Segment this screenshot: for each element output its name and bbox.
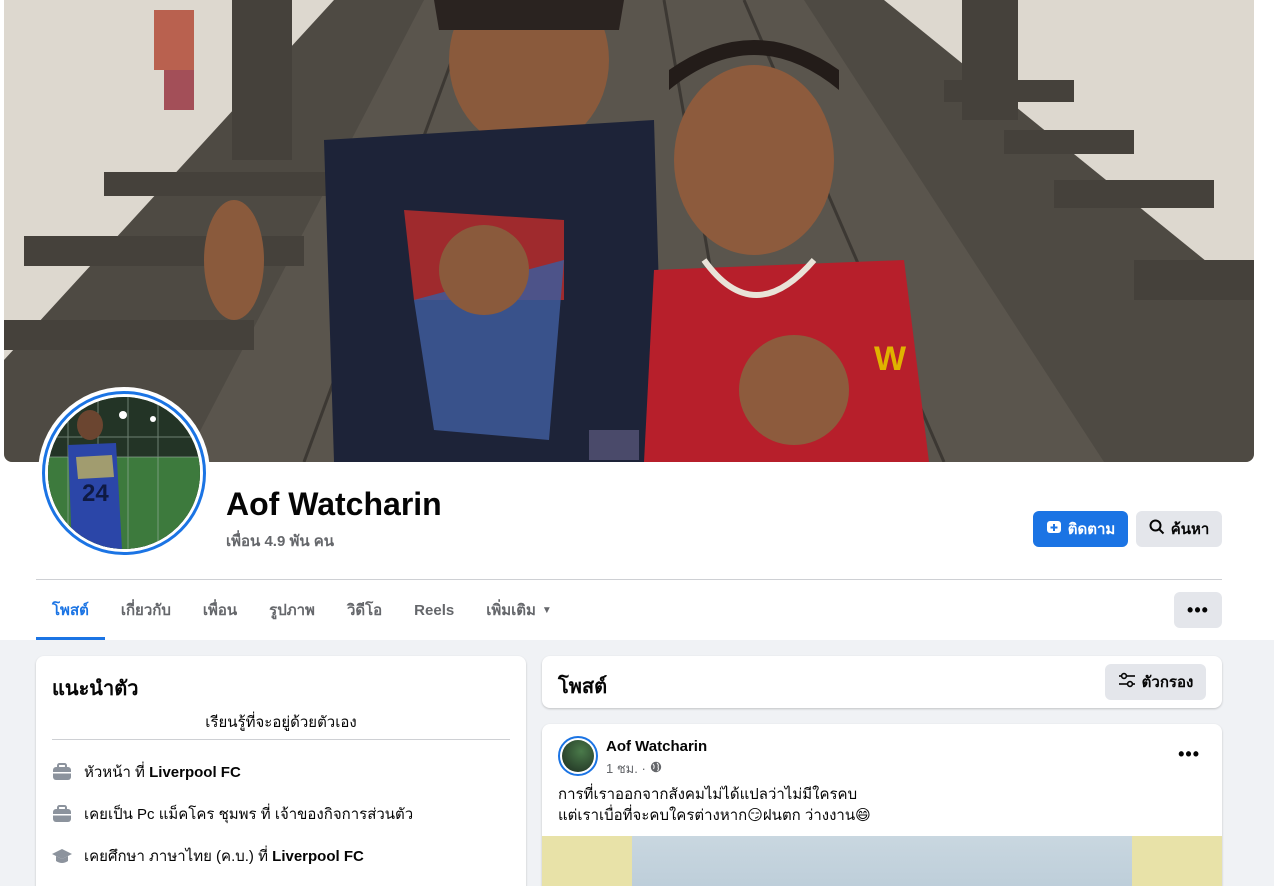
intro-item-text: เคยเป็น Pc แม็คโคร ชุมพร ที่ เจ้าของกิจก… (84, 806, 414, 823)
post-options-button[interactable]: ••• (1178, 744, 1200, 765)
intro-title: แนะนำตัว (52, 678, 139, 700)
search-label: ค้นหา (1170, 521, 1210, 538)
profile-name: Aof Watcharin (226, 486, 442, 522)
intro-bio: เรียนรู้ที่จะอยู่ด้วยตัวเอง (205, 714, 357, 731)
follow-button[interactable]: ติดตาม (1033, 511, 1128, 547)
tab-label: โพสต์ (52, 602, 89, 619)
intro-item-work-past: เคยเป็น Pc แม็คโคร ชุมพร ที่ เจ้าของกิจก… (52, 802, 413, 826)
story-ring: 24 (42, 391, 206, 555)
search-icon (1149, 519, 1165, 539)
tab-label: เกี่ยวกับ (120, 602, 171, 619)
tab-label: เพิ่มเติม (486, 602, 536, 619)
globe-icon (650, 761, 662, 776)
follow-icon (1046, 519, 1062, 539)
ellipsis-icon: ••• (1187, 599, 1209, 620)
post-author-name[interactable]: Aof Watcharin (606, 738, 707, 755)
search-button[interactable]: ค้นหา (1136, 511, 1222, 547)
post-text: การที่เราออกจากสังคมไม่ได้แปลว่าไม่มีใคร… (558, 784, 1206, 826)
intro-item-education: เคยศึกษา ภาษาไทย (ค.บ.) ที่ Liverpool FC (52, 844, 364, 868)
posts-title: โพสต์ (558, 676, 608, 698)
bio-divider (52, 739, 510, 740)
tab-friends[interactable]: เพื่อน (187, 580, 253, 640)
tab-label: รูปภาพ (269, 602, 315, 619)
tab-label: เพื่อน (202, 602, 238, 619)
post-time[interactable]: 1 ชม. · (606, 758, 646, 779)
post-text-line: แต่เราเบื่อที่จะคบใครต่างหาก😏ฝนตก ว่างงา… (558, 807, 871, 824)
profile-tabs: โพสต์ เกี่ยวกับ เพื่อน รูปภาพ วิดีโอ Ree… (36, 580, 568, 640)
post-card: Aof Watcharin 1 ชม. · ••• การที่เราออกจา… (542, 724, 1222, 886)
tab-more[interactable]: เพิ่มเติม ▼ (470, 580, 568, 640)
caret-down-icon: ▼ (541, 604, 552, 616)
post-author-avatar[interactable] (558, 736, 598, 776)
intro-item-text: เคยศึกษา ภาษาไทย (ค.บ.) ที่ (84, 848, 273, 865)
graduation-cap-icon (52, 846, 72, 866)
cover-photo-image: W (4, 0, 1254, 462)
friends-count[interactable]: เพื่อน 4.9 พัน คน (226, 529, 334, 553)
avatar-image: 24 (48, 397, 200, 549)
tab-reels[interactable]: Reels (398, 580, 470, 640)
briefcase-icon (52, 804, 72, 824)
intro-item-link[interactable]: Liverpool FC (272, 848, 364, 865)
follow-label: ติดตาม (1067, 521, 1116, 538)
intro-item-text: หัวหน้า ที่ (84, 764, 150, 781)
filter-button[interactable]: ตัวกรอง (1105, 664, 1206, 700)
posts-header-card: โพสต์ ตัวกรอง (542, 656, 1222, 708)
tab-label: วิดีโอ (346, 602, 383, 619)
post-meta: 1 ชม. · (606, 758, 662, 779)
filter-label: ตัวกรอง (1141, 674, 1194, 691)
cover-photo[interactable]: W (4, 0, 1254, 462)
tab-photos[interactable]: รูปภาพ (253, 580, 331, 640)
briefcase-icon (52, 762, 72, 782)
more-options-button[interactable]: ••• (1174, 592, 1222, 628)
tab-about[interactable]: เกี่ยวกับ (105, 580, 187, 640)
tab-posts[interactable]: โพสต์ (36, 580, 105, 640)
filter-icon (1118, 672, 1136, 692)
profile-avatar[interactable]: 24 (38, 387, 210, 559)
svg-text:24: 24 (82, 480, 109, 507)
post-text-line: การที่เราออกจากสังคมไม่ได้แปลว่าไม่มีใคร… (558, 786, 858, 803)
intro-item-link[interactable]: Liverpool FC (149, 764, 241, 781)
svg-text:W: W (874, 340, 907, 378)
intro-item-work: หัวหน้า ที่ Liverpool FC (52, 760, 241, 784)
intro-card: แนะนำตัว เรียนรู้ที่จะอยู่ด้วยตัวเอง หัว… (36, 656, 526, 886)
post-image[interactable] (542, 836, 1222, 886)
tab-videos[interactable]: วิดีโอ (331, 580, 398, 640)
tab-label: Reels (414, 601, 455, 619)
